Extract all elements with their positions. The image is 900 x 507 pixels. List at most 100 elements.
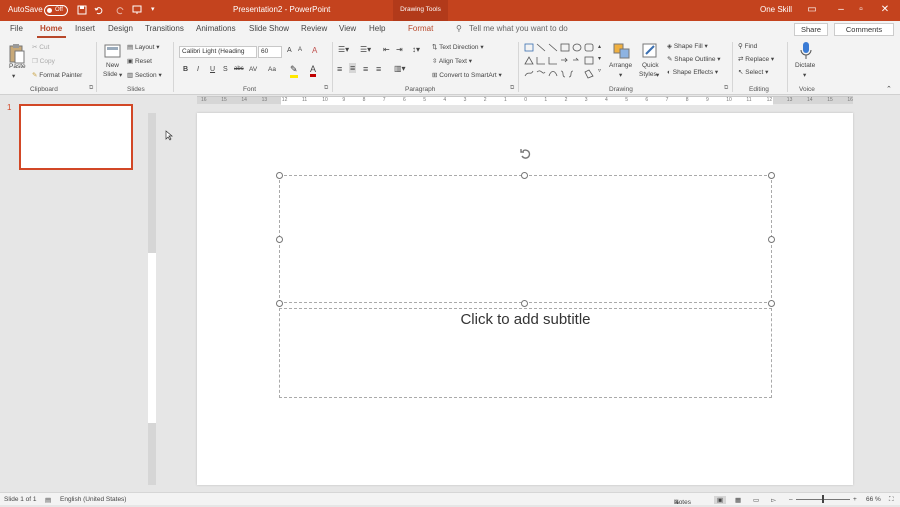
arrange-label[interactable]: Arrange [609, 62, 632, 69]
customize-quick-access-icon[interactable]: ▾ [151, 5, 155, 13]
fit-to-window-icon[interactable]: ⛶ [889, 496, 894, 504]
gallery-scroll-down-icon[interactable]: ▾ [598, 55, 601, 62]
share-button[interactable]: Share [794, 23, 828, 36]
tab-insert[interactable]: Insert [75, 24, 95, 33]
slide-thumbnail[interactable] [19, 104, 133, 170]
tab-transitions[interactable]: Transitions [145, 24, 184, 33]
font-name-box[interactable]: Calibri Light (Heading [179, 46, 257, 58]
justify-icon[interactable]: ≡ [376, 64, 381, 74]
dictate-dropdown-icon[interactable]: ▾ [803, 71, 806, 79]
find-button[interactable]: ⚲ Find [738, 42, 757, 50]
paste-dropdown-icon[interactable]: ▾ [12, 72, 15, 80]
line-spacing-icon[interactable]: ↕▾ [412, 45, 420, 54]
italic-button[interactable]: I [197, 66, 199, 73]
align-right-icon[interactable]: ≡ [363, 64, 368, 74]
cut-button[interactable]: ✂ Cut [32, 43, 49, 51]
reading-view-icon[interactable]: ▭ [753, 496, 759, 504]
quick-styles-icon[interactable] [641, 42, 659, 60]
tab-help[interactable]: Help [369, 24, 385, 33]
columns-icon[interactable]: ▥▾ [394, 64, 406, 73]
new-slide-label-1[interactable]: New [106, 62, 119, 69]
resize-handle[interactable] [768, 172, 775, 179]
bullets-icon[interactable]: ☰▾ [338, 45, 349, 54]
change-case-button[interactable]: Aa [268, 66, 276, 73]
format-painter-button[interactable]: ✎ Format Painter [32, 71, 82, 79]
convert-smartart-button[interactable]: ⊞ Convert to SmartArt ▾ [432, 71, 502, 79]
reset-button[interactable]: ▣ Reset [127, 57, 152, 65]
quick-styles-label-1[interactable]: Quick [642, 62, 659, 69]
gallery-more-icon[interactable]: ▿ [598, 67, 601, 74]
tab-view[interactable]: View [339, 24, 356, 33]
close-icon[interactable]: ✕ [870, 0, 900, 21]
underline-button[interactable]: U [210, 66, 215, 73]
resize-handle[interactable] [768, 300, 775, 307]
zoom-out-icon[interactable]: – [789, 496, 793, 503]
slide-sorter-icon[interactable]: ▦ [735, 496, 741, 504]
slideshow-view-icon[interactable]: ▻ [771, 496, 776, 504]
resize-handle[interactable] [768, 236, 775, 243]
dictate-label[interactable]: Dictate [795, 62, 815, 69]
collapse-ribbon-icon[interactable]: ⌃ [886, 85, 892, 93]
zoom-level[interactable]: 66 % [866, 496, 881, 503]
present-icon[interactable] [132, 5, 142, 15]
numbering-icon[interactable]: ☰▾ [360, 45, 371, 54]
font-color-icon[interactable]: A [310, 64, 317, 77]
gallery-scroll-up-icon[interactable]: ▴ [598, 43, 601, 50]
increase-font-icon[interactable]: A [287, 47, 292, 54]
strikethrough-button[interactable]: abc [234, 66, 244, 72]
decrease-font-icon[interactable]: A [298, 47, 302, 53]
dialog-launcher-icon[interactable]: ⧉ [724, 85, 728, 92]
resize-handle[interactable] [521, 172, 528, 179]
tab-design[interactable]: Design [108, 24, 133, 33]
arrange-dropdown-icon[interactable]: ▾ [619, 71, 622, 79]
redo-icon[interactable] [115, 5, 125, 15]
new-slide-dropdown-icon[interactable]: ▾ [119, 71, 122, 79]
ribbon-display-options-icon[interactable]: ▭ [797, 0, 827, 21]
undo-icon[interactable] [94, 5, 104, 15]
subtitle-placeholder[interactable]: Click to add subtitle [279, 308, 772, 398]
slide-counter[interactable]: Slide 1 of 1 [4, 496, 37, 503]
shapes-gallery[interactable] [523, 42, 605, 80]
paste-icon[interactable] [8, 43, 26, 65]
resize-handle[interactable] [521, 300, 528, 307]
dialog-launcher-icon[interactable]: ⧉ [324, 85, 328, 92]
character-spacing-button[interactable]: AV [249, 66, 257, 73]
increase-indent-icon[interactable]: ⇥ [396, 45, 403, 54]
resize-handle[interactable] [276, 236, 283, 243]
comments-button[interactable]: Comments [834, 23, 894, 36]
save-icon[interactable] [77, 5, 87, 15]
autosave-toggle[interactable]: Off [44, 5, 68, 16]
tab-format[interactable]: Format [408, 24, 433, 33]
text-direction-button[interactable]: ⇅ Text Direction ▾ [432, 43, 484, 51]
paste-label[interactable]: Paste [9, 63, 26, 70]
spellcheck-icon[interactable]: ▤ [45, 496, 51, 504]
microphone-icon[interactable] [800, 41, 812, 61]
quick-styles-dropdown-icon[interactable]: ▾ [656, 71, 659, 79]
language-indicator[interactable]: English (United States) [60, 496, 126, 503]
align-text-button[interactable]: ⇳ Align Text ▾ [432, 57, 472, 65]
highlight-icon[interactable]: ✎ [290, 64, 298, 78]
rotate-handle-icon[interactable] [518, 147, 534, 163]
font-size-box[interactable]: 60 [258, 46, 282, 58]
align-left-icon[interactable]: ≡ [337, 64, 342, 74]
tab-review[interactable]: Review [301, 24, 327, 33]
dialog-launcher-icon[interactable]: ⧉ [89, 85, 93, 92]
tab-home[interactable]: Home [40, 24, 62, 33]
new-slide-icon[interactable] [104, 43, 122, 59]
align-center-icon[interactable]: ≡ [349, 63, 357, 73]
bold-button[interactable]: B [183, 66, 188, 73]
replace-button[interactable]: ⇄ Replace ▾ [738, 55, 774, 63]
dialog-launcher-icon[interactable]: ⧉ [510, 85, 514, 92]
resize-handle[interactable] [276, 172, 283, 179]
zoom-slider-thumb[interactable] [822, 495, 824, 503]
normal-view-icon[interactable]: ▣ [714, 496, 727, 504]
shape-outline-button[interactable]: ✎ Shape Outline ▾ [667, 55, 721, 63]
copy-button[interactable]: ❐ Copy [32, 57, 55, 65]
title-placeholder[interactable] [279, 175, 772, 303]
decrease-indent-icon[interactable]: ⇤ [383, 45, 390, 54]
quick-styles-label-2[interactable]: Styles [639, 71, 657, 78]
tab-animations[interactable]: Animations [196, 24, 236, 33]
clear-formatting-icon[interactable]: A [312, 46, 317, 55]
layout-button[interactable]: ▤ Layout ▾ [127, 43, 160, 51]
user-name[interactable]: One Skill [760, 5, 792, 14]
